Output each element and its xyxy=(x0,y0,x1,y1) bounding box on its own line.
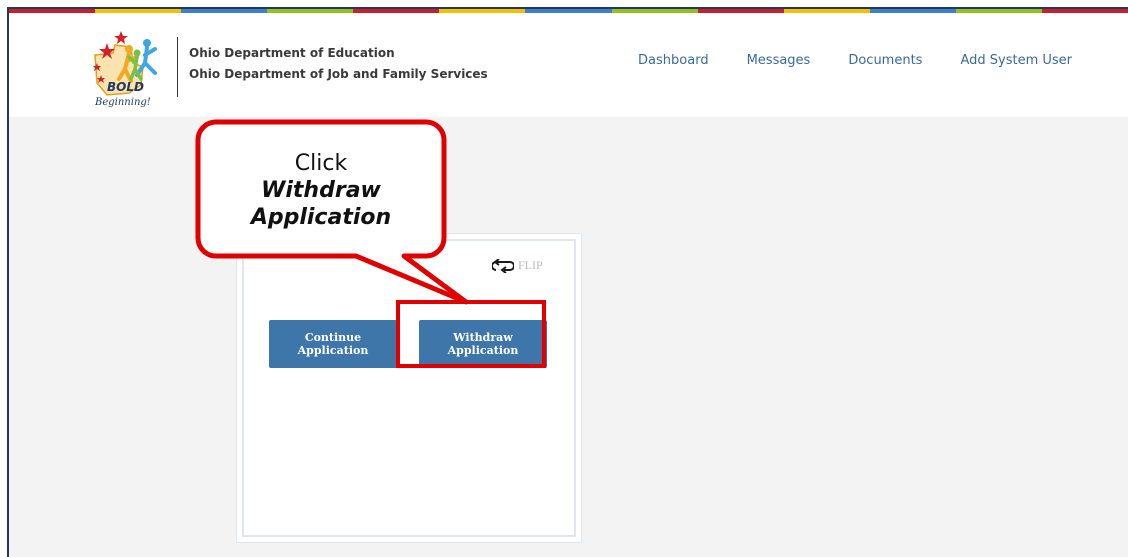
flip-label: FLIP xyxy=(518,258,543,272)
flip-arrows-icon xyxy=(492,258,514,273)
org-line-1: Ohio Department of Education xyxy=(189,46,395,60)
logo-divider xyxy=(177,37,178,97)
nav-dashboard[interactable]: Dashboard xyxy=(638,53,709,68)
application-card: FLIP Continue Application Withdraw Appli… xyxy=(236,233,582,543)
org-line-2: Ohio Department of Job and Family Servic… xyxy=(189,67,488,81)
nav-messages[interactable]: Messages xyxy=(747,53,811,68)
svg-text:Beginning!: Beginning! xyxy=(94,97,151,108)
bold-beginning-logo[interactable]: BOLD Beginning! xyxy=(85,23,175,109)
application-card-inner xyxy=(242,239,576,537)
withdraw-highlight-box xyxy=(396,300,546,368)
main-nav: Dashboard Messages Documents Add System … xyxy=(638,53,1128,68)
nav-add-system-user[interactable]: Add System User xyxy=(960,53,1072,68)
site-header: BOLD Beginning! Ohio Department of Educa… xyxy=(9,13,1128,117)
organization-names: Ohio Department of Education Ohio Depart… xyxy=(189,43,488,85)
nav-documents[interactable]: Documents xyxy=(848,53,922,68)
flip-button[interactable]: FLIP xyxy=(492,258,543,273)
continue-application-button[interactable]: Continue Application xyxy=(269,320,397,368)
main-content: FLIP Continue Application Withdraw Appli… xyxy=(9,117,1128,557)
svg-text:BOLD: BOLD xyxy=(107,80,144,94)
app-frame: BOLD Beginning! Ohio Department of Educa… xyxy=(7,7,1128,557)
